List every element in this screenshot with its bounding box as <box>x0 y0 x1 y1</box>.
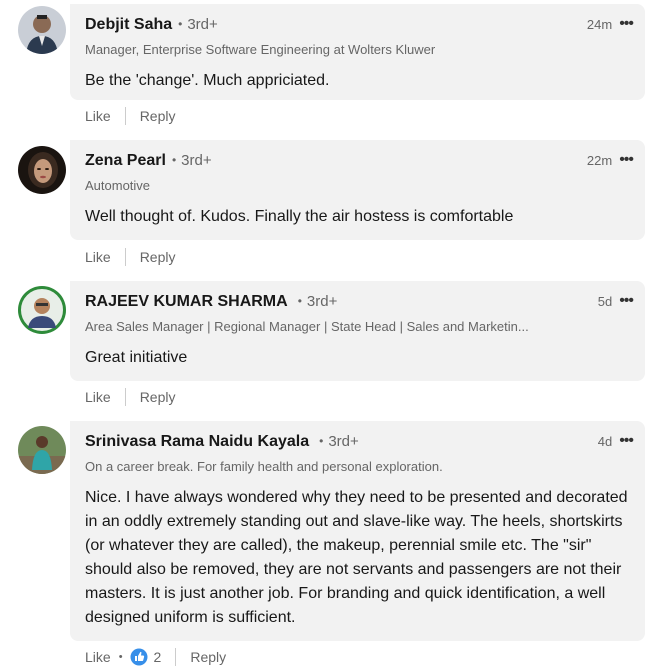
reply-button[interactable]: Reply <box>140 108 176 124</box>
comment-bubble: Srinivasa Rama Naidu Kayala 3rd+ On a car… <box>70 421 645 641</box>
connection-degree: 3rd+ <box>298 293 337 310</box>
more-options-icon[interactable]: ••• <box>619 151 634 169</box>
comment-timestamp: 22m <box>586 152 613 168</box>
comment-bubble: RAJEEV KUMAR SHARMA 3rd+ Area Sales Manag… <box>70 281 645 381</box>
comment-timestamp: 24m <box>586 16 613 32</box>
comment-text: Nice. I have always wondered why they ne… <box>85 489 628 626</box>
reply-button[interactable]: Reply <box>140 389 176 405</box>
divider <box>175 648 177 666</box>
commenter-name[interactable]: RAJEEV KUMAR SHARMA <box>85 293 288 310</box>
divider <box>124 248 126 266</box>
reaction-count: 2 <box>153 649 162 665</box>
avatar[interactable] <box>18 6 66 54</box>
comment-actions: Like Reply <box>85 248 175 266</box>
reply-button[interactable]: Reply <box>190 649 226 665</box>
comment-actions: Like Reply <box>85 388 175 406</box>
like-button[interactable]: Like <box>85 649 111 665</box>
avatar[interactable] <box>18 426 66 474</box>
reply-button[interactable]: Reply <box>140 249 176 265</box>
connection-degree: 3rd+ <box>172 152 211 169</box>
like-button[interactable]: Like <box>85 389 111 405</box>
comment-bubble: Zena Pearl 3rd+ Automotive 22m ••• Well t… <box>70 140 645 240</box>
connection-degree: 3rd+ <box>178 16 217 33</box>
commenter-headline: Manager, Enterprise Software Engineering… <box>85 42 436 57</box>
comment-text: Well thought of. Kudos. Finally the air … <box>85 208 514 225</box>
comment-actions: Like Reply <box>85 107 175 125</box>
commenter-headline: On a career break. For family health and… <box>85 459 443 474</box>
commenter-headline: Automotive <box>85 178 151 193</box>
more-options-icon[interactable]: ••• <box>619 292 634 310</box>
separator-dot: • <box>118 651 123 663</box>
comment-text: Be the 'change'. Much appriciated. <box>85 72 330 89</box>
more-options-icon[interactable]: ••• <box>619 15 634 33</box>
avatar[interactable] <box>18 286 66 334</box>
connection-degree: 3rd+ <box>319 433 358 450</box>
comment-timestamp: 4d <box>597 433 613 449</box>
comment-text: Great initiative <box>85 349 188 366</box>
avatar[interactable] <box>18 146 66 194</box>
comment-timestamp: 5d <box>597 293 613 309</box>
commenter-name[interactable]: Zena Pearl <box>85 152 166 169</box>
divider <box>124 107 126 125</box>
reactions-summary[interactable]: 2 <box>130 648 162 666</box>
like-reaction-icon <box>130 648 148 666</box>
comment-actions: Like • 2 Reply <box>85 648 226 666</box>
like-button[interactable]: Like <box>85 108 111 124</box>
commenter-headline: Area Sales Manager | Regional Manager | … <box>85 319 529 334</box>
more-options-icon[interactable]: ••• <box>619 432 634 450</box>
commenter-name[interactable]: Srinivasa Rama Naidu Kayala <box>85 433 309 450</box>
comment-bubble: Debjit Saha 3rd+ Manager, Enterprise Soft… <box>70 4 645 100</box>
commenter-name[interactable]: Debjit Saha <box>85 16 172 33</box>
like-button[interactable]: Like <box>85 249 111 265</box>
divider <box>124 388 126 406</box>
